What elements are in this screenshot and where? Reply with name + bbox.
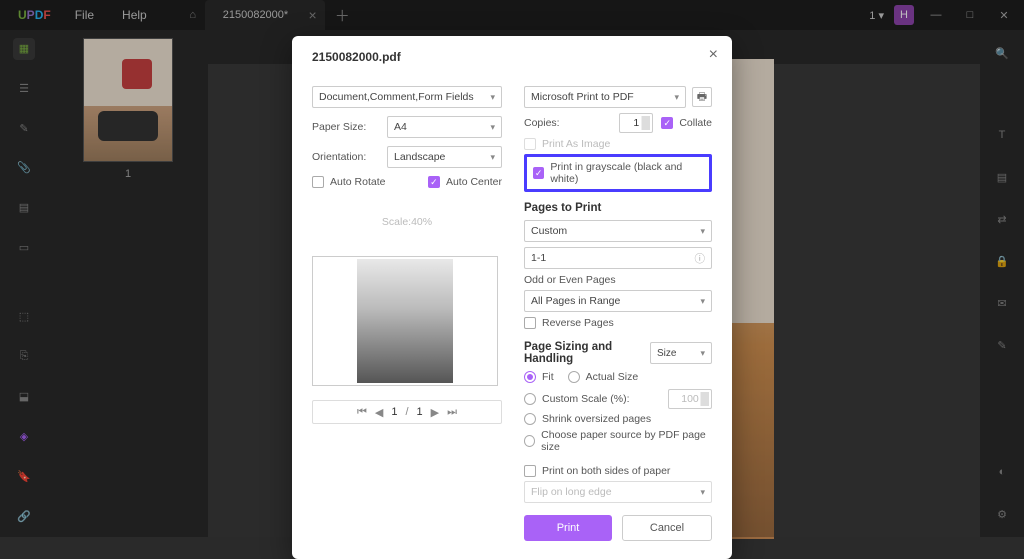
reverse-pages-checkbox[interactable]: Reverse Pages [524, 317, 712, 329]
pager-prev-icon[interactable]: ◀ [375, 406, 383, 419]
pages-to-print-heading: Pages to Print [524, 202, 712, 214]
scale-text: Scale:40% [312, 216, 502, 228]
paper-size-label: Paper Size: [312, 121, 387, 133]
odd-even-label: Odd or Even Pages [524, 274, 712, 286]
printer-properties-icon[interactable]: 🖶 [692, 87, 712, 107]
printer-dropdown[interactable]: Microsoft Print to PDF [524, 86, 686, 108]
shrink-radio[interactable]: Shrink oversized pages [524, 413, 712, 425]
modal-overlay: 2150082000.pdf × Document,Comment,Form F… [0, 0, 1024, 537]
copies-spinner[interactable]: 1 [619, 113, 653, 133]
pager-total: 1 [417, 406, 423, 418]
pager-next-icon[interactable]: ▶ [431, 406, 439, 419]
info-icon[interactable]: ⓘ [695, 251, 706, 266]
both-sides-checkbox[interactable]: Print on both sides of paper [524, 465, 712, 477]
fit-radio[interactable]: Fit [524, 371, 554, 383]
flip-dropdown: Flip on long edge [524, 481, 712, 503]
sizing-mode-dropdown[interactable]: Size [650, 342, 712, 364]
dialog-right-column: Microsoft Print to PDF 🖶 Copies: 1 Colla… [524, 86, 712, 541]
print-preview [312, 256, 498, 386]
copies-label: Copies: [524, 117, 560, 129]
collate-checkbox[interactable]: Collate [661, 117, 712, 129]
page-range-mode-dropdown[interactable]: Custom [524, 220, 712, 242]
cancel-button[interactable]: Cancel [622, 515, 712, 541]
custom-scale-spinner: 100 [668, 389, 712, 409]
grayscale-highlight: Print in grayscale (black and white) [524, 154, 712, 192]
odd-even-dropdown[interactable]: All Pages in Range [524, 290, 712, 312]
auto-rotate-checkbox[interactable]: Auto Rotate [312, 176, 385, 188]
paper-size-dropdown[interactable]: A4 [387, 116, 502, 138]
print-dialog: 2150082000.pdf × Document,Comment,Form F… [292, 36, 732, 559]
orientation-label: Orientation: [312, 151, 387, 163]
pager-current[interactable]: 1 [391, 406, 397, 418]
paper-source-radio[interactable]: Choose paper source by PDF page size [524, 429, 712, 453]
preview-pager: ⏮ ◀ 1 / 1 ▶ ⏭ [312, 400, 502, 424]
pager-first-icon[interactable]: ⏮ [357, 406, 367, 419]
print-button[interactable]: Print [524, 515, 612, 541]
orientation-dropdown[interactable]: Landscape [387, 146, 502, 168]
auto-center-checkbox[interactable]: Auto Center [428, 176, 502, 188]
pager-last-icon[interactable]: ⏭ [447, 406, 457, 419]
dialog-title: 2150082000.pdf [312, 50, 712, 64]
sizing-heading: Page Sizing and Handling [524, 341, 650, 365]
actual-size-radio[interactable]: Actual Size [568, 371, 639, 383]
dialog-left-column: Document,Comment,Form Fields Paper Size:… [312, 86, 502, 541]
print-as-image-checkbox: Print As Image [524, 138, 712, 150]
custom-scale-radio[interactable]: Custom Scale (%): [524, 393, 630, 405]
dialog-close-icon[interactable]: × [709, 46, 718, 64]
grayscale-checkbox[interactable]: Print in grayscale (black and white) [533, 161, 703, 185]
print-items-dropdown[interactable]: Document,Comment,Form Fields [312, 86, 502, 108]
page-range-input[interactable]: 1-1ⓘ [524, 247, 712, 269]
